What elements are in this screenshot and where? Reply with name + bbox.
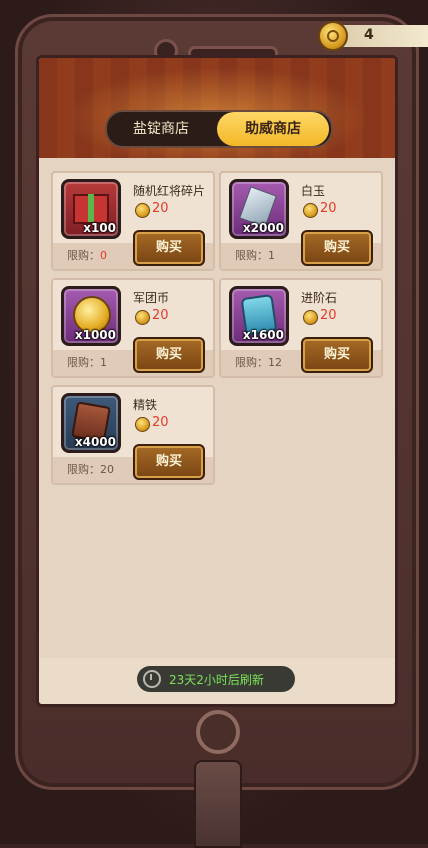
item-quantity: x1600	[242, 328, 284, 342]
item-quantity: x2000	[242, 221, 284, 235]
shop-item-card: x1000 军团币 20 限购：1 购买	[51, 278, 215, 378]
shop-item-card: x2000 白玉 20 限购：1 购买	[219, 171, 383, 271]
coin-icon	[303, 203, 318, 218]
white-jade-icon[interactable]: x2000	[229, 179, 289, 239]
timer-icon	[143, 670, 161, 688]
shop-item-card: x1600 进阶石 20 限购：12 购买	[219, 278, 383, 378]
legion-coin-icon[interactable]: x1000	[61, 286, 121, 346]
buy-button[interactable]: 购买	[133, 444, 205, 480]
red-gift-box-icon[interactable]: x100	[61, 179, 121, 239]
shop-panel: 盐锭商店 助威商店 x100 随机红将碎片 20 限购：0 购买 x2000 白…	[36, 55, 398, 707]
coin-icon	[135, 203, 150, 218]
item-price: 20	[320, 308, 337, 323]
buy-button[interactable]: 购买	[133, 230, 205, 266]
gold-coin-icon	[318, 21, 348, 51]
item-grid: x100 随机红将碎片 20 限购：0 购买 x2000 白玉 20 限购：1 …	[39, 158, 395, 658]
item-name: 白玉	[301, 184, 326, 198]
item-name: 精铁	[133, 398, 158, 412]
purchase-limit: 限购：0	[67, 249, 107, 262]
refresh-bar: 23天2小时后刷新	[39, 658, 395, 704]
shop-tabs: 盐锭商店 助威商店	[105, 110, 333, 148]
coin-icon	[303, 310, 318, 325]
coin-icon	[135, 417, 150, 432]
purchase-limit: 限购：1	[67, 356, 107, 369]
purchase-limit: 限购：20	[67, 463, 114, 476]
tab-salt-shop[interactable]: 盐锭商店	[107, 112, 215, 146]
item-name: 进阶石	[301, 291, 338, 305]
home-button[interactable]	[196, 710, 240, 754]
charging-cable	[194, 760, 242, 848]
buy-button[interactable]: 购买	[301, 230, 373, 266]
purchase-limit: 限购：1	[235, 249, 275, 262]
shop-item-card: x100 随机红将碎片 20 限购：0 购买	[51, 171, 215, 271]
item-quantity: x1000	[74, 328, 116, 342]
refresh-countdown: 23天2小时后刷新	[169, 673, 264, 687]
coin-icon	[135, 310, 150, 325]
item-price: 20	[152, 201, 169, 216]
currency-value: 4	[364, 27, 374, 43]
item-name: 军团币	[133, 291, 170, 305]
tab-cheer-shop[interactable]: 助威商店	[217, 112, 329, 146]
item-quantity: x100	[83, 221, 116, 235]
purchase-limit: 限购：12	[235, 356, 282, 369]
advance-stone-icon[interactable]: x1600	[229, 286, 289, 346]
item-name: 随机红将碎片	[133, 184, 206, 198]
item-price: 20	[152, 308, 169, 323]
refresh-timer: 23天2小时后刷新	[137, 666, 295, 692]
item-quantity: x4000	[74, 435, 116, 449]
buy-button[interactable]: 购买	[133, 337, 205, 373]
shop-item-card: x4000 精铁 20 限购：20 购买	[51, 385, 215, 485]
buy-button[interactable]: 购买	[301, 337, 373, 373]
item-price: 20	[152, 415, 169, 430]
refined-iron-icon[interactable]: x4000	[61, 393, 121, 453]
item-price: 20	[320, 201, 337, 216]
